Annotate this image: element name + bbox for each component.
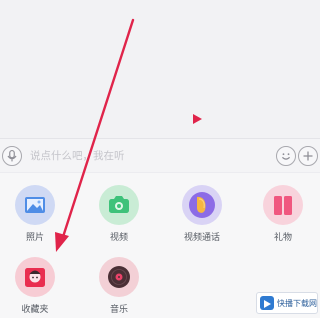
- video-camera-icon: [99, 185, 139, 225]
- gift-icon: [263, 185, 303, 225]
- video-call-icon: [182, 185, 222, 225]
- photo-label: 照片: [25, 233, 44, 243]
- photo-icon: [15, 185, 55, 225]
- music-button[interactable]: 音乐: [87, 257, 151, 315]
- plus-icon[interactable]: [298, 146, 318, 166]
- message-input[interactable]: [30, 146, 268, 166]
- emoji-icon[interactable]: [276, 146, 296, 166]
- favorites-button[interactable]: 收藏夹: [3, 257, 67, 315]
- gift-label: 礼物: [273, 233, 292, 243]
- chat-message-area: [0, 0, 320, 138]
- watermark-logo-icon: [260, 296, 274, 310]
- video-call-button[interactable]: 视频通话: [170, 185, 234, 243]
- play-triangle-icon: [193, 114, 202, 124]
- microphone-icon[interactable]: [2, 146, 22, 166]
- message-composer: [0, 138, 320, 172]
- video-button[interactable]: 视频: [87, 185, 151, 243]
- photo-button[interactable]: 照片: [3, 185, 67, 243]
- favorites-folder-icon: [15, 257, 55, 297]
- watermark-badge: 快播下载网: [256, 292, 318, 314]
- chat-screen: 照片 视频 视频通话: [0, 0, 320, 318]
- favorites-label: 收藏夹: [21, 305, 49, 315]
- music-disc-icon: [99, 257, 139, 297]
- video-call-label: 视频通话: [183, 233, 220, 243]
- video-label: 视频: [109, 233, 128, 243]
- music-label: 音乐: [109, 305, 128, 315]
- watermark-text: 快播下载网: [277, 299, 317, 308]
- gift-button[interactable]: 礼物: [251, 185, 315, 243]
